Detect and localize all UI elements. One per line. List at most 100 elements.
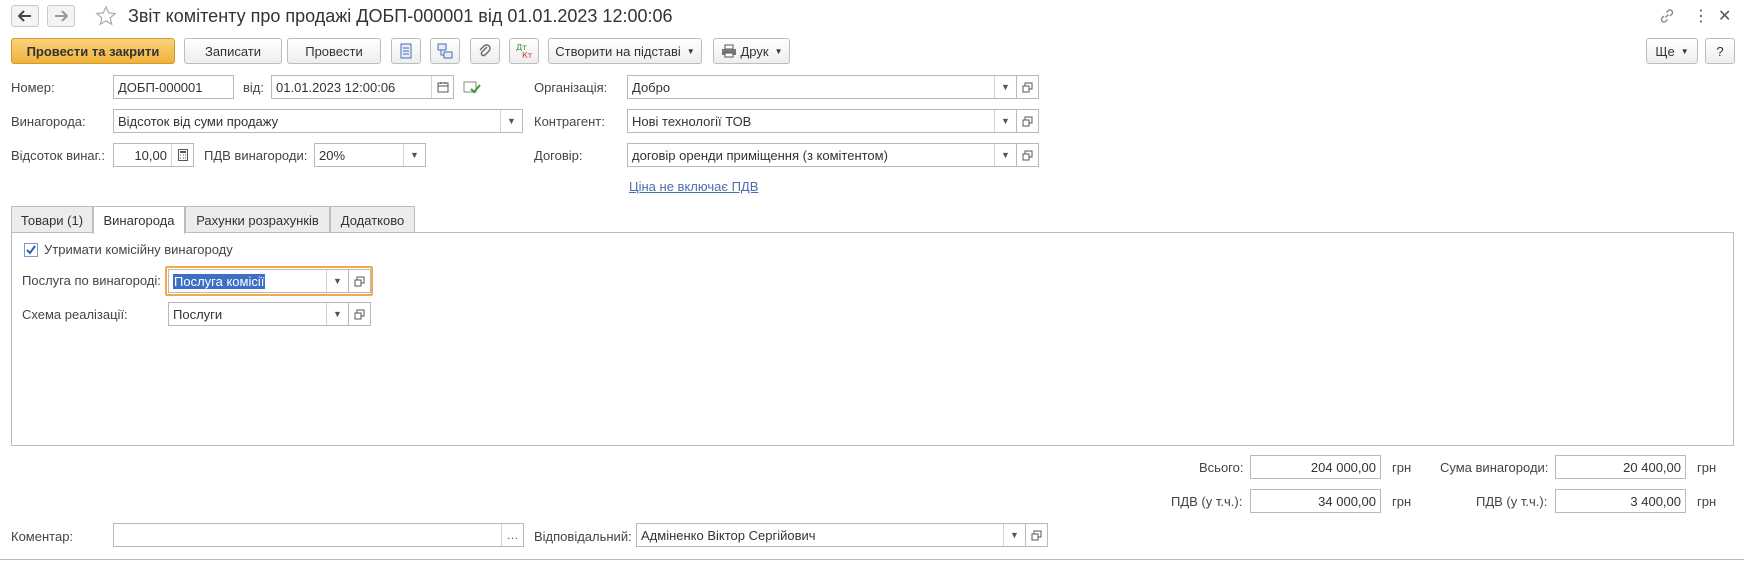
chevron-down-icon[interactable]: ▼ — [326, 270, 348, 292]
vat-reward-field[interactable]: 20% ▼ — [314, 143, 426, 167]
contract-value: договір оренди приміщення (з комітентом) — [632, 147, 888, 163]
vat-reward-label: ПДВ винагороди: — [204, 148, 308, 163]
price-excludes-vat-link[interactable]: Ціна не включає ПДВ — [629, 179, 758, 194]
checkbox-box[interactable] — [24, 242, 38, 257]
withhold-commission-label: Утримати комісійну винагороду — [44, 242, 233, 257]
chevron-down-icon[interactable]: ▼ — [1003, 524, 1025, 546]
posted-status-icon — [463, 79, 481, 95]
back-button[interactable] — [11, 5, 39, 27]
hierarchy-icon — [437, 43, 453, 59]
open-service-button[interactable] — [349, 269, 371, 293]
vat-reward-value: 20% — [319, 147, 346, 163]
contract-field[interactable]: договір оренди приміщення (з комітентом)… — [627, 143, 1017, 167]
create-based-button[interactable]: Створити на підставі ▼ — [548, 38, 702, 64]
post-button[interactable]: Провести — [287, 38, 381, 64]
chevron-down-icon[interactable]: ▼ — [994, 76, 1016, 98]
link-icon — [1660, 9, 1674, 23]
vat-unit: грн — [1392, 494, 1412, 509]
total-label: Всього: — [1199, 460, 1244, 475]
arrow-left-icon — [18, 10, 31, 22]
open-contract-button[interactable] — [1017, 143, 1039, 167]
vat-reward-total-value: 3 400,00 — [1630, 493, 1681, 509]
print-button[interactable]: Друк ▼ — [713, 38, 790, 64]
vat-reward-total-unit: грн — [1697, 494, 1717, 509]
debit-credit-icon: ДтКт — [516, 43, 533, 60]
number-field[interactable]: ДОБП-000001 — [113, 75, 234, 99]
open-window-icon — [354, 309, 365, 319]
forward-button[interactable] — [47, 5, 75, 27]
date-label: від: — [243, 80, 264, 95]
open-counterparty-button[interactable] — [1017, 109, 1039, 133]
responsible-field[interactable]: Адміненко Віктор Сергійович ▼ — [636, 523, 1026, 547]
vat-reward-total-field: 3 400,00 — [1555, 489, 1686, 513]
organization-label: Організація: — [534, 80, 608, 95]
tab-goods[interactable]: Товари (1) — [11, 206, 93, 233]
reward-type-field[interactable]: Відсоток від суми продажу ▼ — [113, 109, 523, 133]
attach-button[interactable] — [470, 38, 500, 64]
total-field: 204 000,00 — [1250, 455, 1381, 479]
page-title: Звіт комітенту про продажі ДОБП-000001 в… — [128, 6, 673, 26]
dt-kt-button[interactable]: Дт Кт — [509, 38, 539, 64]
chevron-down-icon[interactable]: ▼ — [500, 110, 522, 132]
link-button[interactable] — [1659, 8, 1675, 24]
star-icon — [95, 5, 117, 26]
vat-label: ПДВ (у т.ч.): — [1171, 494, 1243, 509]
organization-value: Добро — [632, 79, 671, 95]
total-value: 204 000,00 — [1310, 459, 1376, 475]
favorite-star-button[interactable] — [95, 5, 117, 27]
service-field[interactable]: Послуга комісії ▼ — [168, 269, 349, 293]
printer-icon — [721, 44, 736, 58]
percent-field[interactable]: 10,00 — [113, 143, 194, 167]
checkmark-icon — [26, 244, 36, 255]
chevron-down-icon: ▼ — [1680, 46, 1689, 56]
help-button[interactable]: ? — [1705, 38, 1735, 64]
date-value: 01.01.2023 12:00:06 — [276, 79, 396, 95]
date-field[interactable]: 01.01.2023 12:00:06 — [271, 75, 454, 99]
open-window-icon — [1022, 150, 1033, 160]
open-sales-scheme-button[interactable] — [349, 302, 371, 326]
ellipsis-icon[interactable]: … — [501, 524, 523, 546]
open-organization-button[interactable] — [1017, 75, 1039, 99]
counterparty-field[interactable]: Нові технології ТОВ ▼ — [627, 109, 1017, 133]
create-based-label: Створити на підставі — [555, 43, 681, 59]
number-value: ДОБП-000001 — [118, 79, 203, 95]
document-list-icon — [400, 43, 412, 59]
chevron-down-icon: ▼ — [686, 46, 695, 56]
more-menu-icon[interactable]: ⋮ — [1693, 6, 1709, 26]
tab-additional[interactable]: Додатково — [330, 206, 415, 233]
chevron-down-icon[interactable]: ▼ — [326, 303, 348, 325]
service-label: Послуга по винагороді: — [22, 273, 161, 288]
tab-settlement-accounts[interactable]: Рахунки розрахунків — [185, 206, 330, 233]
calculator-icon[interactable] — [171, 144, 193, 166]
withhold-commission-checkbox[interactable]: Утримати комісійну винагороду — [24, 242, 233, 257]
chevron-down-icon: ▼ — [774, 46, 783, 56]
report-button[interactable] — [391, 38, 421, 64]
comment-field[interactable]: … — [113, 523, 524, 547]
tab-reward[interactable]: Винагорода — [93, 206, 185, 234]
chevron-down-icon[interactable]: ▼ — [994, 144, 1016, 166]
open-window-icon — [1022, 82, 1033, 92]
vat-value: 34 000,00 — [1318, 493, 1376, 509]
reward-type-value: Відсоток від суми продажу — [118, 113, 279, 129]
chevron-down-icon[interactable]: ▼ — [403, 144, 425, 166]
structure-button[interactable] — [430, 38, 460, 64]
save-button[interactable]: Записати — [184, 38, 282, 64]
sales-scheme-field[interactable]: Послуги ▼ — [168, 302, 349, 326]
organization-field[interactable]: Добро ▼ — [627, 75, 1017, 99]
reward-sum-unit: грн — [1697, 460, 1717, 475]
percent-value: 10,00 — [134, 147, 167, 163]
open-window-icon — [1022, 116, 1033, 126]
more-label: Ще — [1655, 43, 1675, 59]
close-icon[interactable]: ✕ — [1718, 6, 1731, 26]
counterparty-label: Контрагент: — [534, 114, 605, 129]
total-unit: грн — [1392, 460, 1412, 475]
paperclip-icon — [479, 44, 491, 57]
open-responsible-button[interactable] — [1026, 523, 1048, 547]
arrow-right-icon — [55, 10, 68, 22]
chevron-down-icon[interactable]: ▼ — [994, 110, 1016, 132]
calendar-icon[interactable] — [431, 76, 453, 98]
print-label: Друк — [740, 43, 769, 59]
more-button[interactable]: Ще ▼ — [1646, 38, 1698, 64]
post-and-close-button[interactable]: Провести та закрити — [11, 38, 175, 64]
comment-label: Коментар: — [11, 529, 74, 544]
